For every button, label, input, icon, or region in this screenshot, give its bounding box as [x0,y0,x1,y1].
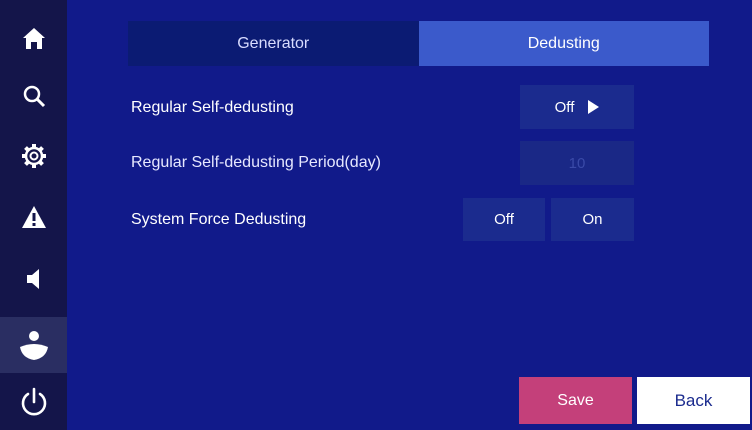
period-input[interactable]: 10 [520,141,634,185]
force-on-button[interactable]: On [551,198,634,241]
gear-icon[interactable] [0,128,67,184]
tab-dedusting[interactable]: Dedusting [418,21,709,66]
force-off-button[interactable]: Off [463,198,545,241]
search-icon[interactable] [0,68,67,124]
tab-generator[interactable]: Generator [128,21,419,66]
force-dedusting-label: System Force Dedusting [131,211,307,228]
regular-self-dedusting-value: Off [554,98,575,116]
period-label: Regular Self-dedusting Period(day) [131,154,381,171]
user-icon[interactable] [0,317,67,373]
tab-bar: Generator Dedusting [128,21,709,66]
power-icon[interactable] [0,374,67,430]
back-button[interactable]: Back [637,377,750,424]
warning-icon[interactable] [0,189,67,245]
play-arrow-icon [588,100,600,114]
save-button[interactable]: Save [519,377,632,424]
regular-self-dedusting-label: Regular Self-dedusting [131,99,294,116]
speaker-icon[interactable] [0,251,67,307]
regular-self-dedusting-toggle[interactable]: Off [520,85,634,129]
sidebar [0,0,67,430]
home-icon[interactable] [0,10,67,66]
